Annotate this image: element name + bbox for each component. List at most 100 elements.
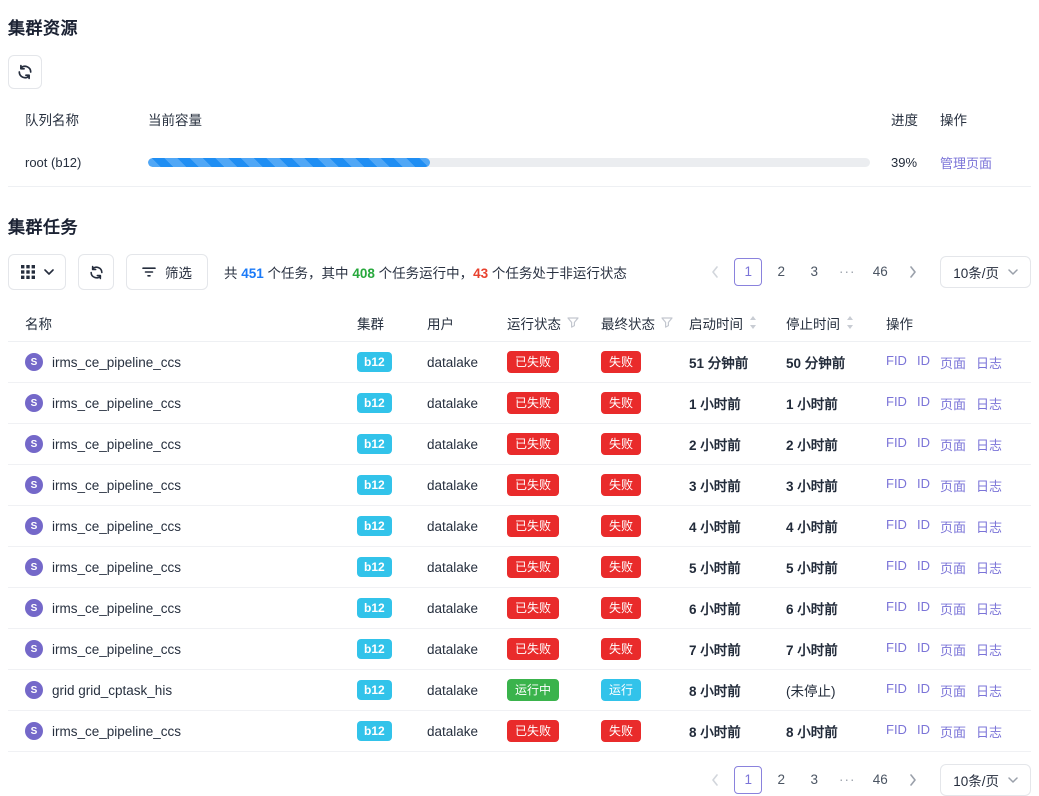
stop-time: 1 小时前	[786, 393, 886, 413]
log-link[interactable]: 日志	[976, 394, 1002, 413]
page-link[interactable]: 页面	[940, 435, 966, 454]
filter-funnel-icon[interactable]	[567, 317, 579, 328]
final-status-header: 最终状态	[601, 313, 655, 333]
log-link[interactable]: 日志	[976, 517, 1002, 536]
final-status-badge: 失败	[601, 392, 641, 414]
table-row: Sirms_ce_pipeline_ccs b12 datalake 已失败 失…	[8, 383, 1031, 424]
page-link[interactable]: 页面	[940, 599, 966, 618]
table-row: Sirms_ce_pipeline_ccs b12 datalake 已失败 失…	[8, 342, 1031, 383]
log-link[interactable]: 日志	[976, 640, 1002, 659]
id-link[interactable]: ID	[917, 722, 930, 741]
avatar: S	[25, 435, 43, 453]
start-time-header: 启动时间	[689, 313, 743, 333]
page-link[interactable]: 页面	[940, 681, 966, 700]
page-link[interactable]: 页面	[940, 722, 966, 741]
log-link[interactable]: 日志	[976, 353, 1002, 372]
page-link[interactable]: 页面	[940, 476, 966, 495]
task-name: irms_ce_pipeline_ccs	[52, 396, 181, 411]
page-link[interactable]: 页面	[940, 353, 966, 372]
running-count: 408	[352, 266, 375, 281]
id-link[interactable]: ID	[917, 476, 930, 495]
capacity-progress-bar	[148, 158, 870, 167]
stop-time: 3 小时前	[786, 475, 886, 495]
id-link[interactable]: ID	[917, 558, 930, 577]
avatar: S	[25, 640, 43, 658]
fid-link[interactable]: FID	[886, 722, 907, 741]
fid-link[interactable]: FID	[886, 394, 907, 413]
sort-icon[interactable]	[749, 316, 757, 329]
sort-icon[interactable]	[846, 316, 854, 329]
log-link[interactable]: 日志	[976, 435, 1002, 454]
page-size-select[interactable]: 10条/页	[940, 256, 1031, 288]
filter-funnel-icon[interactable]	[661, 317, 673, 328]
id-link[interactable]: ID	[917, 599, 930, 618]
page-button-3[interactable]: 3	[800, 258, 828, 286]
fid-link[interactable]: FID	[886, 558, 907, 577]
run-status-header: 运行状态	[507, 313, 561, 333]
table-row: Sirms_ce_pipeline_ccs b12 datalake 已失败 失…	[8, 711, 1031, 752]
filter-button[interactable]: 筛选	[126, 254, 208, 290]
id-link[interactable]: ID	[917, 394, 930, 413]
fid-link[interactable]: FID	[886, 599, 907, 618]
queue-name-header: 队列名称	[25, 109, 148, 129]
cluster-badge: b12	[357, 557, 392, 577]
cluster-badge: b12	[357, 352, 392, 372]
task-name: irms_ce_pipeline_ccs	[52, 642, 181, 657]
page-button-1[interactable]: 1	[734, 258, 762, 286]
start-time: 6 小时前	[689, 598, 786, 618]
page-link[interactable]: 页面	[940, 640, 966, 659]
id-link[interactable]: ID	[917, 353, 930, 372]
log-link[interactable]: 日志	[976, 558, 1002, 577]
run-status-badge: 已失败	[507, 474, 559, 496]
cluster-badge: b12	[357, 393, 392, 413]
total-count: 451	[241, 266, 264, 281]
log-link[interactable]: 日志	[976, 476, 1002, 495]
grid-icon	[21, 265, 35, 279]
page-size-select[interactable]: 10条/页	[940, 764, 1031, 796]
run-status-badge: 已失败	[507, 597, 559, 619]
final-status-badge: 失败	[601, 474, 641, 496]
avatar: S	[25, 517, 43, 535]
task-name: irms_ce_pipeline_ccs	[52, 355, 181, 370]
log-link[interactable]: 日志	[976, 722, 1002, 741]
next-page-button[interactable]	[899, 258, 927, 286]
page-link[interactable]: 页面	[940, 517, 966, 536]
log-link[interactable]: 日志	[976, 599, 1002, 618]
id-link[interactable]: ID	[917, 681, 930, 700]
page-link[interactable]: 页面	[940, 394, 966, 413]
final-status-badge: 失败	[601, 515, 641, 537]
page-link[interactable]: 页面	[940, 558, 966, 577]
fid-link[interactable]: FID	[886, 476, 907, 495]
id-link[interactable]: ID	[917, 517, 930, 536]
pagination-bottom: 1 2 3 ··· 46 10条/页	[701, 764, 1031, 796]
task-name: irms_ce_pipeline_ccs	[52, 601, 181, 616]
task-name: irms_ce_pipeline_ccs	[52, 437, 181, 452]
log-link[interactable]: 日志	[976, 681, 1002, 700]
table-row: Sirms_ce_pipeline_ccs b12 datalake 已失败 失…	[8, 465, 1031, 506]
task-name: irms_ce_pipeline_ccs	[52, 560, 181, 575]
cluster-badge: b12	[357, 475, 392, 495]
fid-link[interactable]: FID	[886, 517, 907, 536]
pagination-ellipsis[interactable]: ···	[833, 258, 861, 286]
fid-link[interactable]: FID	[886, 640, 907, 659]
user-cell: datalake	[427, 355, 507, 370]
fid-link[interactable]: FID	[886, 353, 907, 372]
column-settings-button[interactable]	[8, 254, 66, 290]
prev-page-button[interactable]	[701, 258, 729, 286]
page-button-2[interactable]: 2	[767, 258, 795, 286]
table-row: Sgrid grid_cptask_his b12 datalake 运行中 运…	[8, 670, 1031, 711]
cluster-header: 集群	[357, 313, 427, 333]
fid-link[interactable]: FID	[886, 681, 907, 700]
page-button-last[interactable]: 46	[866, 258, 894, 286]
id-link[interactable]: ID	[917, 435, 930, 454]
fid-link[interactable]: FID	[886, 435, 907, 454]
chevron-down-icon	[1008, 269, 1018, 275]
id-link[interactable]: ID	[917, 640, 930, 659]
stop-time: 50 分钟前	[786, 352, 886, 372]
tasks-refresh-button[interactable]	[78, 254, 114, 290]
stop-time-header: 停止时间	[786, 313, 840, 333]
refresh-button[interactable]	[8, 55, 42, 89]
final-status-badge: 失败	[601, 720, 641, 742]
task-name: grid grid_cptask_his	[52, 683, 172, 698]
manage-page-link[interactable]: 管理页面	[940, 156, 992, 171]
